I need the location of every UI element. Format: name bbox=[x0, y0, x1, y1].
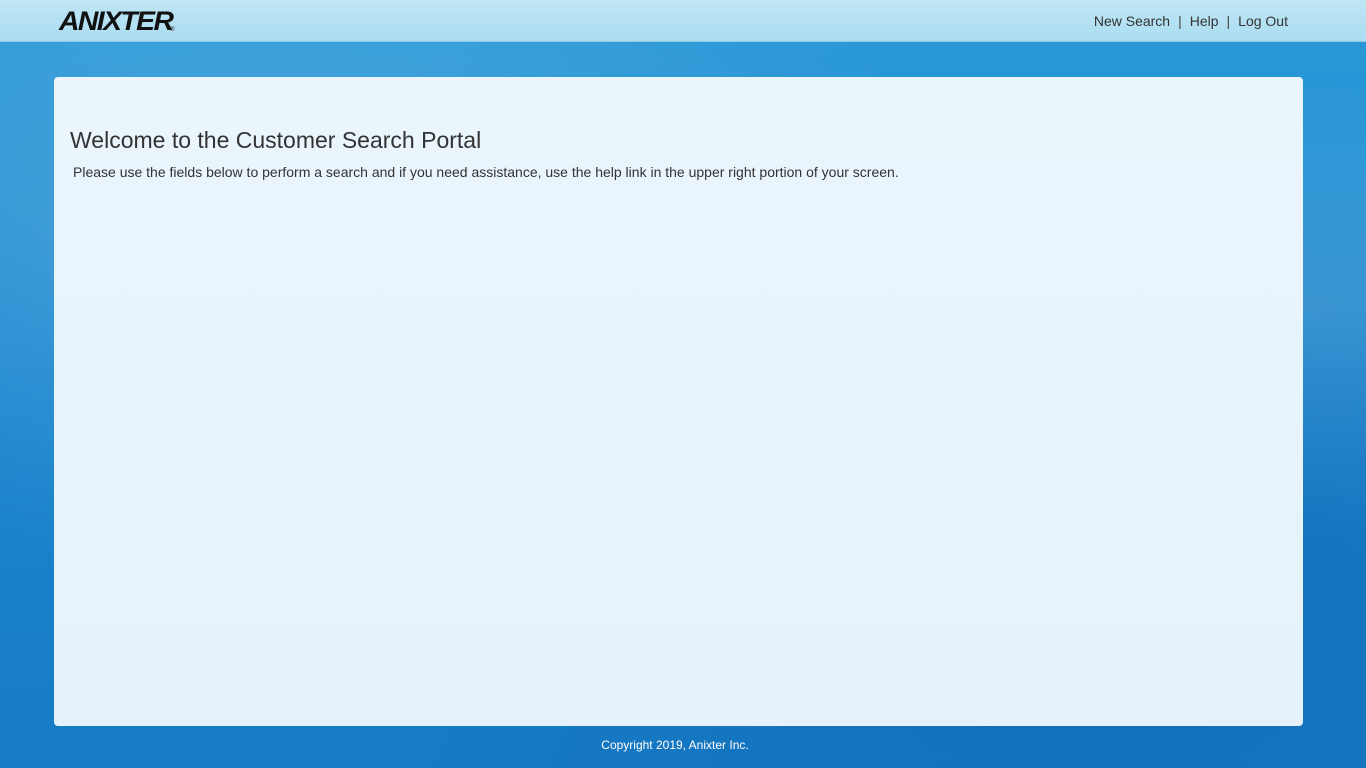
page-title: Welcome to the Customer Search Portal bbox=[70, 127, 482, 153]
log-out-link[interactable]: Log Out bbox=[1238, 13, 1288, 29]
help-link[interactable]: Help bbox=[1190, 13, 1219, 29]
footer-copyright: Copyright 2019, Anixter Inc. bbox=[601, 738, 749, 752]
logo-wordmark: ANIXTER bbox=[59, 6, 174, 36]
nav-separator: | bbox=[1226, 13, 1231, 29]
main-content-panel: Welcome to the Customer Search Portal Pl… bbox=[54, 77, 1303, 726]
top-header-bar: ANIXTER ® New Search | Help | Log Out bbox=[0, 0, 1366, 42]
new-search-link[interactable]: New Search bbox=[1094, 13, 1170, 29]
anixter-logo[interactable]: ANIXTER ® bbox=[59, 6, 174, 36]
header-nav: New Search | Help | Log Out bbox=[1094, 13, 1288, 29]
nav-separator: | bbox=[1178, 13, 1182, 29]
intro-text: Please use the fields below to perform a… bbox=[73, 164, 899, 180]
